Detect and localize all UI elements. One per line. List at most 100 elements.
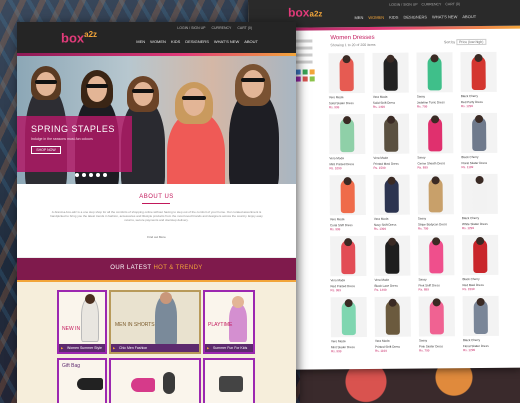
model-head	[474, 53, 483, 63]
tile-kids[interactable]: PLAYTIME Summer Fun For Kids	[203, 290, 255, 354]
product-card[interactable]: Vero Moda Red Printed Dress Rs. 999	[330, 235, 367, 292]
nav-whats-new[interactable]: WHAT'S NEW	[214, 39, 239, 44]
trendy-banner: OUR LATEST HOT & TRENDY	[17, 258, 296, 280]
product-price: Rs. 1399	[373, 226, 387, 231]
model-head	[388, 237, 397, 246]
product-image[interactable]	[374, 296, 411, 337]
product-card[interactable]: Sassy Pink Shift Dress Rs. 899	[418, 235, 455, 292]
nav-about[interactable]: ABOUT	[462, 14, 476, 19]
product-image[interactable]	[372, 52, 409, 93]
product-image[interactable]	[418, 296, 455, 337]
model-head	[344, 299, 353, 308]
divider	[142, 203, 170, 204]
product-card[interactable]: Black Cherry Floral Skater Dress Rs. 1199	[460, 112, 498, 169]
model-head	[475, 114, 484, 124]
product-card[interactable]: Vera Moda Printed Shift Dress Rs. 1199	[374, 296, 411, 353]
shop-now-button[interactable]: SHOP NOW	[31, 146, 61, 154]
product-card[interactable]: Black Cherry Floral Skater Dress Rs. 1299	[462, 295, 499, 353]
color-swatch[interactable]	[295, 69, 301, 75]
product-card[interactable]: Vera Moda Navy Shift Dress Rs. 1399	[373, 174, 410, 231]
currency-link[interactable]: CURRENCY	[212, 26, 232, 30]
product-card[interactable]: Sassy Pink Skater Dress Rs. 799	[418, 296, 455, 353]
currency-link[interactable]: CURRENCY	[422, 2, 442, 6]
tile-gift-bag[interactable]: Gift Bag	[57, 358, 107, 403]
hero-banner[interactable]: SPRING STAPLES Indulge in the seasons mu…	[17, 56, 296, 184]
nav-men[interactable]: MEN	[354, 15, 363, 20]
product-card[interactable]: Black Cherry Red Party Dress Rs. 1299	[460, 51, 497, 108]
nav-whats-new[interactable]: WHAT'S NEW	[432, 14, 457, 19]
product-image[interactable]	[374, 235, 411, 276]
product-image[interactable]	[418, 235, 455, 276]
sort-select[interactable]: Price (low-high)	[456, 38, 487, 46]
product-name: Vera Moda	[373, 155, 388, 160]
color-swatch[interactable]	[309, 69, 315, 75]
login-link[interactable]: LOGIN / SIGN UP	[389, 3, 417, 7]
product-image[interactable]	[460, 51, 497, 93]
carousel-dot[interactable]	[103, 173, 107, 177]
product-card[interactable]: Black Cherry White Skater Dress Rs. 1299	[461, 173, 498, 230]
find-out-more-link[interactable]: Find out More	[17, 235, 296, 239]
nav-women[interactable]: WOMEN	[368, 15, 384, 20]
nav-kids[interactable]: KIDS	[171, 39, 180, 44]
nav-women[interactable]: WOMEN	[150, 39, 166, 44]
carousel-dot[interactable]	[96, 173, 100, 177]
login-link[interactable]: LOGIN / SIGN UP	[177, 26, 205, 30]
tile-men[interactable]: MEN IN SHORTS Chic Men Fashion	[109, 290, 201, 354]
product-image[interactable]	[328, 52, 365, 94]
product-card[interactable]: Vero Moda Mint Skater Dress Rs. 999	[330, 296, 367, 353]
product-name: Vero Moda	[328, 95, 344, 100]
product-image[interactable]	[373, 174, 410, 215]
color-swatch[interactable]	[302, 76, 308, 82]
product-image[interactable]	[416, 52, 453, 93]
nav-men[interactable]: MEN	[136, 39, 145, 44]
carousel-dot[interactable]	[82, 173, 86, 177]
home-logo[interactable]: boxa2z	[61, 30, 97, 45]
product-image[interactable]	[462, 234, 499, 276]
nav-about[interactable]: ABOUT	[244, 39, 258, 44]
hero-model-face	[36, 72, 56, 96]
product-card[interactable]: Sassy Cerise Sheath Dress Rs. 899	[416, 113, 454, 170]
shoe-icon	[77, 378, 103, 390]
product-name: Black Cherry	[461, 154, 479, 160]
product-card[interactable]: Vera Moda Printed Maxi Dress Rs. 1599	[372, 113, 410, 170]
carousel-dot[interactable]	[89, 173, 93, 177]
model-head	[431, 115, 440, 124]
tile-gadgets[interactable]	[203, 358, 255, 403]
product-price: Rs. 1499	[372, 104, 385, 109]
product-image[interactable]	[330, 296, 367, 338]
product-card[interactable]: Sassy Stripe Bodycon Dress Rs. 799	[417, 174, 454, 231]
tile-caption: Women Summer Style	[59, 344, 105, 352]
cart-link[interactable]: CART (0)	[237, 26, 252, 30]
tile-accessories[interactable]	[109, 358, 201, 403]
color-swatch[interactable]	[295, 76, 301, 82]
hero-subtitle: Indulge in the seasons must-fun colours	[31, 137, 93, 141]
product-image[interactable]	[372, 113, 410, 154]
nav-designers[interactable]: DESIGNERS	[403, 14, 427, 19]
color-swatch[interactable]	[309, 76, 315, 82]
product-image[interactable]	[417, 174, 454, 215]
catalog-logo[interactable]: boxa2z	[288, 5, 322, 19]
product-image[interactable]	[329, 113, 366, 155]
cart-link[interactable]: CART (0)	[445, 2, 460, 6]
product-card[interactable]: Black Cherry Red Maxi Dress Rs. 1599	[462, 234, 499, 291]
product-card[interactable]: Vero Moda Mint Printed Dress Rs. 1099	[329, 113, 366, 170]
sort-control[interactable]: Sort by Price (low-high)	[444, 38, 487, 46]
product-image[interactable]	[416, 113, 454, 154]
product-price: Rs. 1299	[463, 348, 476, 353]
product-image[interactable]	[460, 112, 498, 154]
product-card[interactable]: Vero Moda Coral Shift Dress Rs. 999	[329, 174, 366, 231]
color-swatch[interactable]	[302, 69, 308, 75]
product-card[interactable]: Vera Moda Solid Shift Dress Rs. 1499	[372, 52, 409, 109]
product-image[interactable]	[329, 174, 366, 216]
product-card[interactable]: Sassy Jadeline Tunic Dress Rs. 799	[416, 52, 453, 109]
tile-women[interactable]: NEW IN Women Summer Style	[57, 290, 107, 354]
product-name: Vera Moda	[373, 216, 389, 221]
product-image[interactable]	[462, 295, 499, 337]
product-image[interactable]	[461, 173, 498, 215]
nav-kids[interactable]: KIDS	[389, 15, 398, 20]
product-card[interactable]: Vera Moda Black Lace Dress Rs. 1499	[374, 235, 411, 292]
nav-designers[interactable]: DESIGNERS	[185, 39, 209, 44]
product-image[interactable]	[330, 235, 367, 277]
carousel-dot[interactable]	[75, 173, 79, 177]
product-card[interactable]: Vero Moda Solid Skater Dress Rs. 999	[328, 52, 365, 109]
